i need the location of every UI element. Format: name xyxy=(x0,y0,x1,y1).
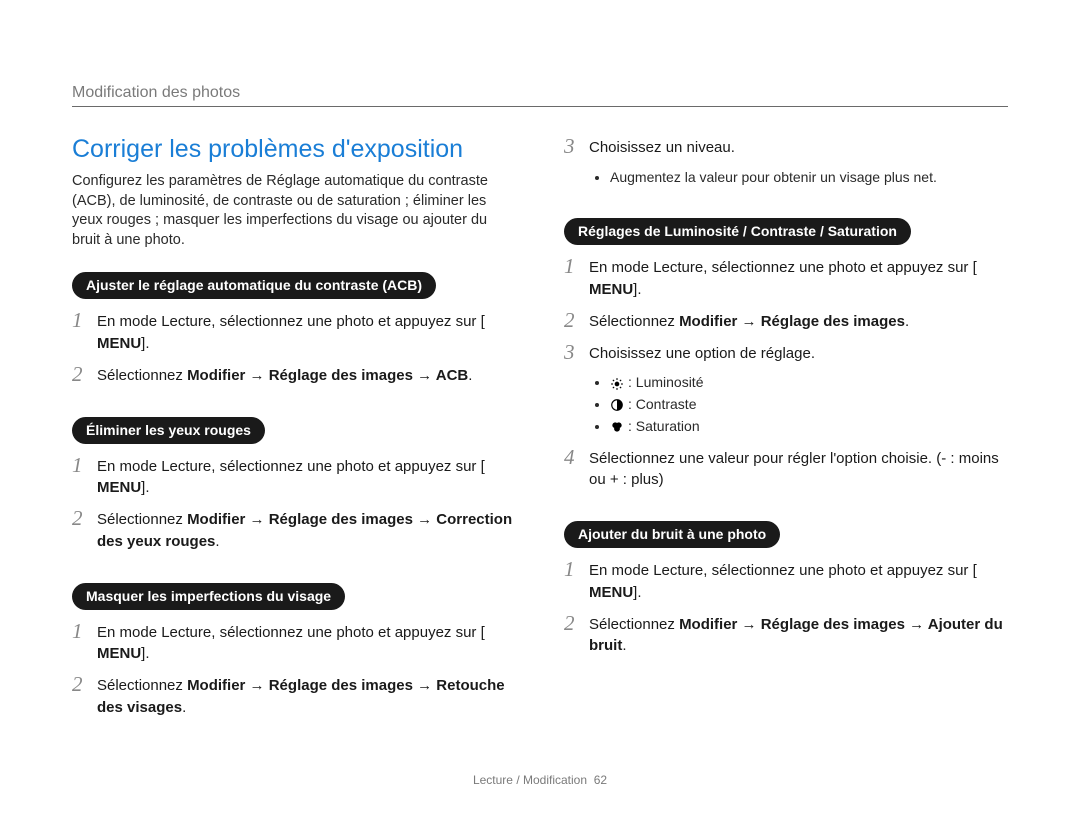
step-number: 3 xyxy=(564,135,579,158)
step-bold: Modifier → Réglage des images xyxy=(679,313,905,330)
bullet-label: : Luminosité xyxy=(628,374,703,390)
page-footer: Lecture / Modification 62 xyxy=(0,773,1080,787)
step-text: Sélectionnez xyxy=(589,313,679,330)
step-body: Choisissez un niveau. xyxy=(589,135,1008,159)
redeye-step-1: 1 En mode Lecture, sélectionnez une phot… xyxy=(72,454,516,500)
lcs-option-list: : Luminosité : Contraste : Saturation xyxy=(596,372,1008,437)
page-title: Corriger les problèmes d'exposition xyxy=(72,135,516,164)
saturation-icon xyxy=(610,420,624,434)
step-text-tail: . xyxy=(215,533,219,550)
step-number: 1 xyxy=(564,255,579,278)
acb-step-1: 1 En mode Lecture, sélectionnez une phot… xyxy=(72,309,516,355)
step-text-tail: . xyxy=(468,367,472,384)
left-column: Corriger les problèmes d'exposition Conf… xyxy=(72,135,516,727)
step-body: En mode Lecture, sélectionnez une photo … xyxy=(589,255,1008,301)
menu-label: MENU xyxy=(589,582,633,604)
lcs-step-4: 4 Sélectionnez une valeur pour régler l'… xyxy=(564,446,1008,492)
step-text: Sélectionnez xyxy=(97,677,187,694)
bullet-label: : Saturation xyxy=(628,418,700,434)
step-text-tail: ]. xyxy=(633,584,641,601)
step-number: 1 xyxy=(72,309,87,332)
menu-label: MENU xyxy=(97,477,141,499)
step-text: Sélectionnez xyxy=(97,367,187,384)
bullet-item: Augmentez la valeur pour obtenir un visa… xyxy=(610,167,1008,189)
step-body: En mode Lecture, sélectionnez une photo … xyxy=(97,454,516,500)
face-step-1: 1 En mode Lecture, sélectionnez une phot… xyxy=(72,620,516,666)
lcs-step-3: 3 Choisissez une option de réglage. xyxy=(564,341,1008,365)
step-text-tail: ]. xyxy=(141,645,149,662)
step-text: En mode Lecture, sélectionnez une photo … xyxy=(97,458,485,475)
step-text: Sélectionnez xyxy=(97,511,187,528)
breadcrumb: Modification des photos xyxy=(72,84,1008,107)
step-number: 2 xyxy=(564,612,579,635)
brightness-icon xyxy=(610,377,624,391)
intro-paragraph: Configurez les paramètres de Réglage aut… xyxy=(72,172,516,250)
menu-label: MENU xyxy=(97,643,141,665)
step-text: En mode Lecture, sélectionnez une photo … xyxy=(589,562,977,579)
step-number: 4 xyxy=(564,446,579,469)
step-number: 1 xyxy=(564,558,579,581)
footer-section: Lecture / Modification xyxy=(473,773,587,787)
step-body: Sélectionnez Modifier → Réglage des imag… xyxy=(589,612,1008,658)
step-number: 1 xyxy=(72,454,87,477)
step-text-tail: . xyxy=(182,699,186,716)
pill-lcs: Réglages de Luminosité / Contraste / Sat… xyxy=(564,218,911,245)
step-number: 3 xyxy=(564,341,579,364)
step-number: 2 xyxy=(72,507,87,530)
contrast-icon xyxy=(610,398,624,412)
lcs-step-1: 1 En mode Lecture, sélectionnez une phot… xyxy=(564,255,1008,301)
footer-page-number: 62 xyxy=(594,773,607,787)
step-text: Sélectionnez xyxy=(589,616,679,633)
step-text-tail: . xyxy=(622,637,626,654)
pill-redeye: Éliminer les yeux rouges xyxy=(72,417,265,444)
step-body: En mode Lecture, sélectionnez une photo … xyxy=(589,558,1008,604)
step-text: En mode Lecture, sélectionnez une photo … xyxy=(589,259,977,276)
step-body: Sélectionnez Modifier → Réglage des imag… xyxy=(97,363,516,387)
bullet-saturation: : Saturation xyxy=(610,416,1008,438)
step-body: Sélectionnez Modifier → Réglage des imag… xyxy=(589,309,1008,333)
face-step-3: 3 Choisissez un niveau. xyxy=(564,135,1008,159)
pill-acb: Ajuster le réglage automatique du contra… xyxy=(72,272,436,299)
step-text-tail: ]. xyxy=(141,335,149,352)
lcs-step-2: 2 Sélectionnez Modifier → Réglage des im… xyxy=(564,309,1008,333)
step-body: Sélectionnez une valeur pour régler l'op… xyxy=(589,446,1008,492)
step-text-tail: ]. xyxy=(141,479,149,496)
pill-face: Masquer les imperfections du visage xyxy=(72,583,345,610)
right-column: 3 Choisissez un niveau. Augmentez la val… xyxy=(564,135,1008,727)
step-number: 1 xyxy=(72,620,87,643)
step-body: En mode Lecture, sélectionnez une photo … xyxy=(97,620,516,666)
step-number: 2 xyxy=(72,363,87,386)
step-bold: Modifier → Réglage des images → ACB xyxy=(187,367,468,384)
content-columns: Corriger les problèmes d'exposition Conf… xyxy=(72,135,1008,727)
step-text: En mode Lecture, sélectionnez une photo … xyxy=(97,624,485,641)
step-body: Sélectionnez Modifier → Réglage des imag… xyxy=(97,673,516,719)
step-text-tail: ]. xyxy=(633,281,641,298)
face-step-2: 2 Sélectionnez Modifier → Réglage des im… xyxy=(72,673,516,719)
step-number: 2 xyxy=(564,309,579,332)
step-body: Choisissez une option de réglage. xyxy=(589,341,1008,365)
step-text: En mode Lecture, sélectionnez une photo … xyxy=(97,313,485,330)
step-body: Sélectionnez Modifier → Réglage des imag… xyxy=(97,507,516,553)
bullet-luminosite: : Luminosité xyxy=(610,372,1008,394)
menu-label: MENU xyxy=(97,333,141,355)
pill-noise: Ajouter du bruit à une photo xyxy=(564,521,780,548)
acb-step-2: 2 Sélectionnez Modifier → Réglage des im… xyxy=(72,363,516,387)
face-step-3-bullets: Augmentez la valeur pour obtenir un visa… xyxy=(596,167,1008,189)
step-body: En mode Lecture, sélectionnez une photo … xyxy=(97,309,516,355)
bullet-label: : Contraste xyxy=(628,396,696,412)
menu-label: MENU xyxy=(589,279,633,301)
redeye-step-2: 2 Sélectionnez Modifier → Réglage des im… xyxy=(72,507,516,553)
step-text-tail: . xyxy=(905,313,909,330)
step-number: 2 xyxy=(72,673,87,696)
noise-step-1: 1 En mode Lecture, sélectionnez une phot… xyxy=(564,558,1008,604)
bullet-contraste: : Contraste xyxy=(610,394,1008,416)
noise-step-2: 2 Sélectionnez Modifier → Réglage des im… xyxy=(564,612,1008,658)
